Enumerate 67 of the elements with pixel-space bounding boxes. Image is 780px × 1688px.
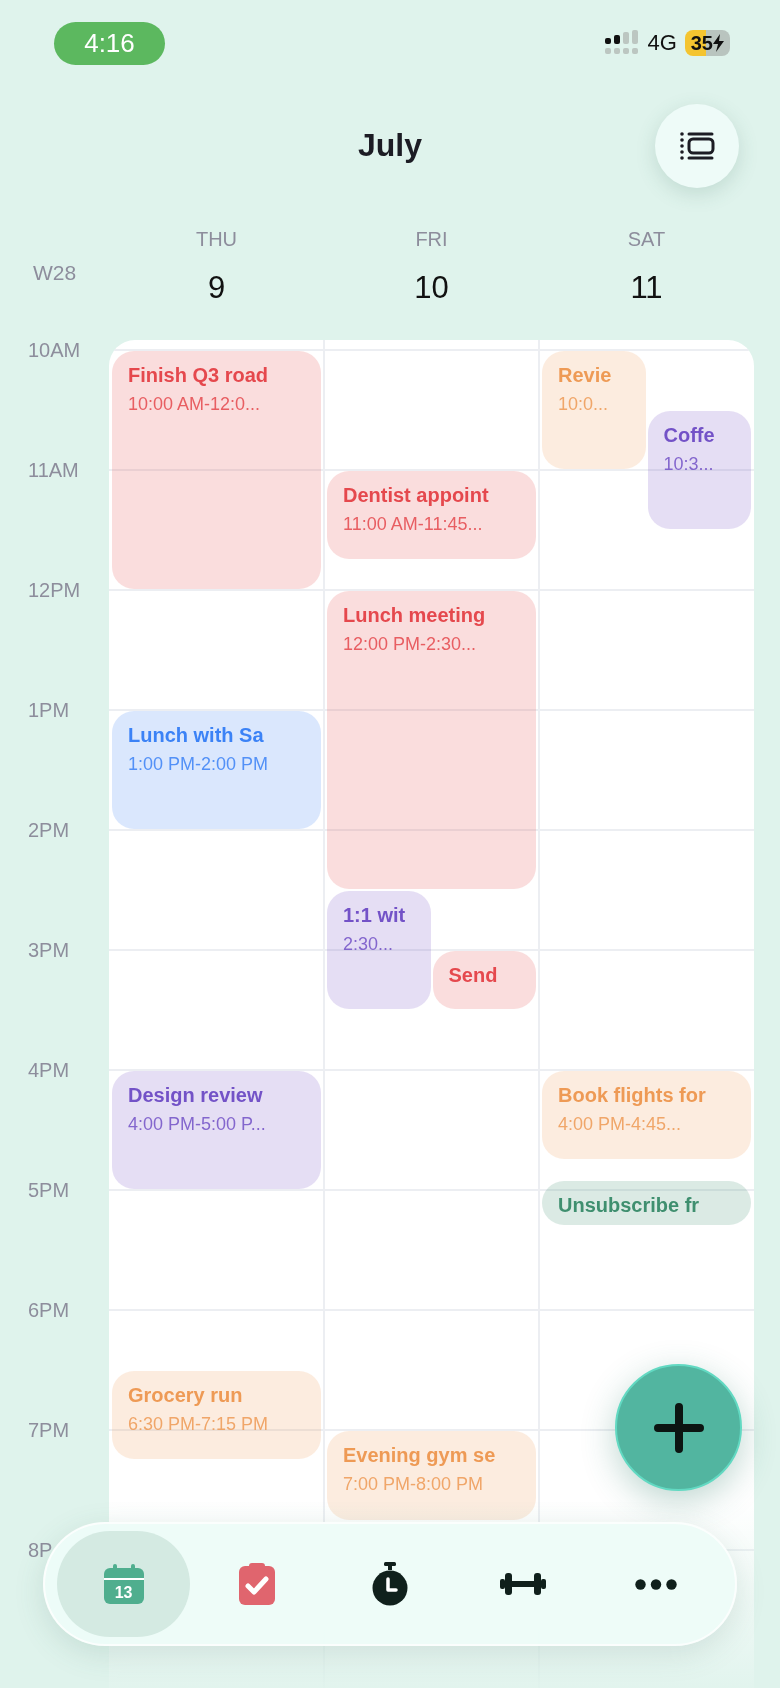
event-card[interactable]: Dentist appoint 11:00 AM-11:45...: [327, 471, 536, 559]
hour-label: 3PM: [28, 939, 70, 961]
dumbbell-icon: [500, 1572, 547, 1596]
event-title: Unsubscribe fr: [558, 1193, 700, 1219]
event-time: 6:30 PM-7:15 PM: [128, 1413, 269, 1436]
event-title: Lunch with Sa: [128, 723, 264, 748]
tab-item[interactable]: 13: [57, 1531, 191, 1637]
hour-label: 6PM: [28, 1299, 70, 1321]
calendar-date: 13: [113, 1584, 134, 1602]
event-card[interactable]: Grocery run 6:30 PM-7:15 PM: [112, 1371, 321, 1459]
date-number: 11: [630, 271, 663, 305]
event-title: Book flights for: [558, 1083, 706, 1108]
weekday-label: FRI: [415, 227, 448, 251]
event-card[interactable]: Revie 10:0...: [542, 351, 646, 469]
event-card[interactable]: Coffe 10:3...: [647, 411, 751, 529]
weekday-label: THU: [195, 227, 238, 251]
date-number: 9: [207, 271, 226, 305]
hour-label: 11AM: [28, 459, 79, 481]
event-time: 1:00 PM-2:00 PM: [128, 753, 269, 776]
event-time: 2:30...: [343, 933, 394, 956]
event-card[interactable]: Lunch meeting 12:00 PM-2:30...: [327, 591, 536, 889]
event-time: 12:00 PM-2:30...: [343, 633, 477, 656]
event-title: Design review: [128, 1083, 263, 1108]
month-title: July: [358, 127, 422, 164]
event-card[interactable]: Lunch with Sa 1:00 PM-2:00 PM: [112, 711, 321, 829]
event-time: 7:00 PM-8:00 PM: [343, 1473, 484, 1496]
hour-label: 10AM: [28, 339, 81, 361]
hour-label: 7PM: [28, 1419, 70, 1441]
plus-icon: [653, 1402, 704, 1453]
hour-label: 12PM: [28, 579, 81, 601]
event-time: 10:0...: [558, 393, 609, 416]
status-time: 4:16: [54, 21, 165, 65]
event-time: 10:3...: [663, 453, 714, 476]
signal-icon: [605, 30, 640, 56]
event-card[interactable]: Finish Q3 road 10:00 AM-12:0...: [112, 351, 321, 589]
event-title: Grocery run: [128, 1383, 243, 1408]
event-title: 1:1 wit: [343, 903, 406, 928]
hour-label: 4PM: [28, 1059, 70, 1081]
event-card[interactable]: Book flights for 4:00 PM-4:45...: [542, 1071, 751, 1159]
hour-label: 2PM: [28, 819, 70, 841]
weekday-label: SAT: [627, 227, 666, 251]
event-title: Send: [448, 963, 498, 988]
hour-label: 8P: [28, 1539, 53, 1561]
event-card[interactable]: Send: [432, 951, 536, 1009]
event-title: Dentist appoint: [343, 483, 489, 508]
event-time: 10:00 AM-12:0...: [128, 393, 261, 416]
clipboard-check-icon: [237, 1562, 276, 1606]
event-time: 4:00 PM-4:45...: [558, 1113, 682, 1136]
event-title: Lunch meeting: [343, 603, 486, 628]
event-card[interactable]: Unsubscribe fr: [542, 1181, 751, 1225]
event-card[interactable]: Design review 4:00 PM-5:00 P...: [112, 1071, 321, 1189]
bolt-icon: [713, 34, 724, 52]
week-number: W28: [32, 261, 77, 285]
network-type: 4G: [647, 30, 677, 56]
event-card[interactable]: 1:1 wit 2:30...: [327, 891, 431, 1009]
event-time: 4:00 PM-5:00 P...: [128, 1113, 266, 1136]
list-view-icon: [679, 130, 715, 161]
event-title: Revie: [558, 363, 612, 388]
event-title: Evening gym se: [343, 1443, 496, 1468]
stopwatch-icon: [371, 1562, 409, 1606]
event-title: Coffe: [663, 423, 715, 448]
hour-label: 1PM: [28, 699, 70, 721]
event-time: 11:00 AM-11:45...: [343, 513, 483, 536]
hour-label: 5PM: [28, 1179, 70, 1201]
date-number: 10: [414, 271, 449, 305]
event-title: Finish Q3 road: [128, 363, 269, 388]
more-icon: [635, 1578, 678, 1590]
